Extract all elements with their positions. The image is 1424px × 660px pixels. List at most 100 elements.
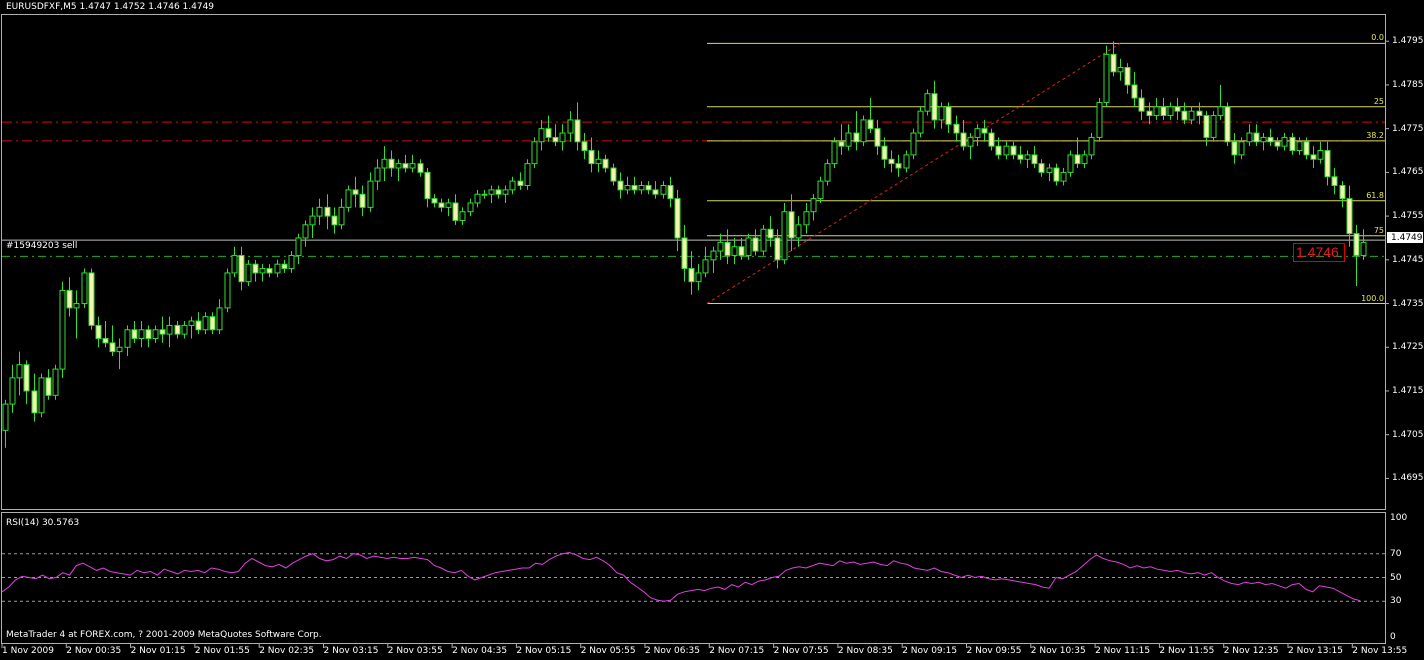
candle-body-bull <box>166 324 173 335</box>
candle <box>1096 98 1103 142</box>
candle-body-bull <box>531 141 538 165</box>
candle-body-bear <box>1289 136 1296 152</box>
candle-body-bull <box>181 324 188 335</box>
candle-body-bear <box>838 141 845 147</box>
candle-body-bear <box>1031 154 1038 165</box>
candle-body-bull <box>245 263 252 283</box>
candle-body-bear <box>402 163 409 169</box>
candle-body-bull <box>367 180 374 208</box>
candle-body-bull <box>1046 167 1053 173</box>
candle <box>245 259 252 287</box>
symbol-header: EURUSDFXF,M5 1.4747 1.4752 1.4746 1.4749 <box>6 2 215 12</box>
price-axis-label: 1.4715 <box>1392 385 1424 396</box>
candle-body-bear <box>195 320 202 331</box>
time-axis-label: 2 Nov 08:35 <box>837 646 893 656</box>
candle-body-bull <box>188 320 195 326</box>
candle-body-bear <box>610 167 617 182</box>
time-axis-label: 2 Nov 03:55 <box>387 646 443 656</box>
candle-body-bull <box>59 289 66 370</box>
candle-body-bear <box>545 128 552 138</box>
candle-body-bear <box>853 132 860 143</box>
candle-body-bear <box>888 158 895 165</box>
candle-body-bull <box>345 189 352 208</box>
candle-body-bear <box>617 180 624 191</box>
candle-body-bull <box>1153 106 1160 117</box>
candle-body-bear <box>417 163 424 173</box>
candle-body-bull <box>910 132 917 156</box>
candle <box>1067 150 1074 177</box>
candle-body-bear <box>1181 110 1188 121</box>
candle-body-bull <box>524 163 531 186</box>
candle-body-bear <box>145 329 152 340</box>
candle-body-bear <box>667 184 674 200</box>
candle-body-bull <box>2 403 9 431</box>
candle-body-bull <box>1281 136 1288 147</box>
candle-body-bear <box>95 324 102 340</box>
candle-body-bull <box>509 180 516 191</box>
candle-body-bull <box>1088 136 1095 156</box>
candle-body-bear <box>1274 141 1281 147</box>
candle-body-bear <box>438 202 445 208</box>
time-axis-label: 2 Nov 13:15 <box>1288 646 1343 656</box>
candle-body-bull <box>559 132 566 143</box>
candle-body-bull <box>38 377 45 414</box>
candle-body-bull <box>1260 136 1267 143</box>
candle-body-bear <box>1174 106 1181 112</box>
candle-body-bull <box>810 198 817 213</box>
candle <box>760 224 767 256</box>
candle-body-bull <box>381 158 388 169</box>
candle-body-bull <box>595 158 602 165</box>
candle-body-bull <box>710 250 717 261</box>
candle-body-bear <box>774 237 781 261</box>
candle-body-bull <box>845 132 852 147</box>
candle-body-bull <box>1060 171 1067 182</box>
price-chart[interactable] <box>0 0 1424 660</box>
candle-body-bear <box>1310 154 1317 160</box>
candle-body-bull <box>338 206 345 226</box>
candle-body-bull <box>274 263 281 274</box>
candle-body-bear <box>359 193 366 208</box>
candle <box>917 106 924 138</box>
candle-body-bull <box>52 368 59 396</box>
candle <box>59 281 66 378</box>
candle-body-bear <box>1038 163 1045 173</box>
candle-body-bull <box>1103 53 1110 103</box>
candle-body-bull <box>1360 241 1367 256</box>
candle-body-bear <box>517 180 524 186</box>
candle-body-bear <box>1231 141 1238 156</box>
candle-body-bear <box>631 184 638 191</box>
candle-body-bull <box>302 224 309 239</box>
candle-body-bull <box>488 189 495 195</box>
candle-body-bear <box>1138 97 1145 112</box>
candle-body-bear <box>1267 136 1274 143</box>
candle-body-bull <box>938 106 945 121</box>
candle <box>860 115 867 147</box>
candle <box>924 89 931 116</box>
candle-body-bear <box>1303 141 1310 156</box>
candle-body-bear <box>324 206 331 217</box>
candle-body-bear <box>1224 106 1231 143</box>
time-axis-label: 2 Nov 10:35 <box>1030 646 1086 656</box>
rsi-axis-label: 100 <box>1390 513 1408 523</box>
rsi-title: RSI(14) 30.5763 <box>6 518 80 528</box>
candle <box>88 268 95 330</box>
candle-body-bull <box>731 246 738 256</box>
candle-body-bear <box>1253 132 1260 143</box>
time-axis-label: 2 Nov 09:15 <box>902 646 958 656</box>
order-label[interactable]: #15949203 sell <box>6 241 77 251</box>
candle-body-bear <box>252 263 259 274</box>
candle-body-bear <box>352 189 359 195</box>
candle-body-bull <box>760 228 767 252</box>
candle <box>831 137 838 169</box>
time-axis-label: 2 Nov 03:15 <box>323 646 379 656</box>
candle-body-bear <box>431 198 438 204</box>
candle-body-bull <box>567 119 574 134</box>
candle-body-bull <box>538 128 545 143</box>
candle-body-bull <box>1167 106 1174 117</box>
candle-body-bull <box>817 180 824 200</box>
candle-body-bear <box>31 390 38 414</box>
candle-body-bull <box>824 163 831 182</box>
current-price-label: 1.4749 <box>1391 233 1423 243</box>
candle-body-bear <box>1331 176 1338 186</box>
candle-body-bull <box>1238 141 1245 156</box>
